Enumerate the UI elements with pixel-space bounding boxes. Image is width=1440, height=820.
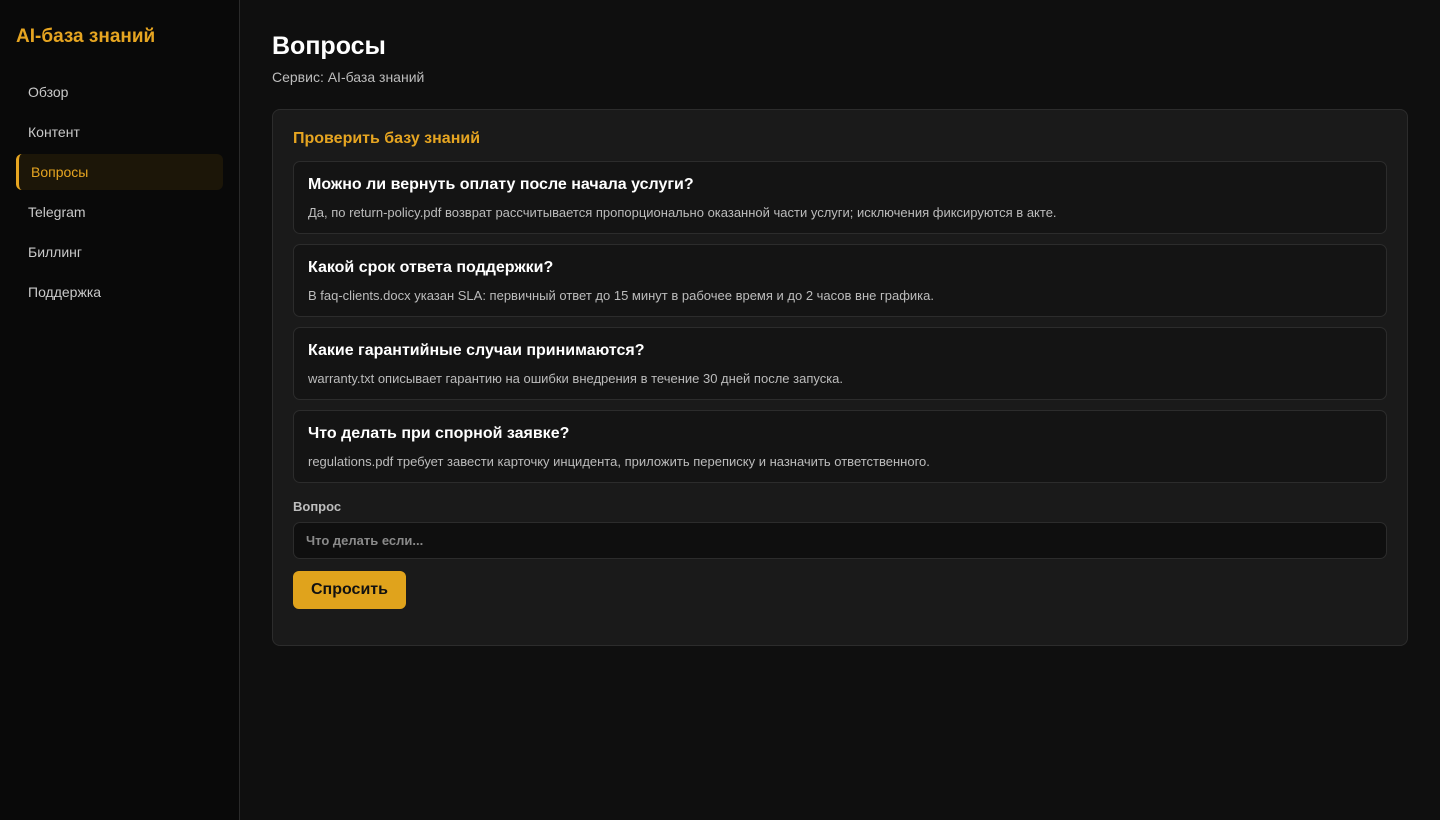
qa-card: Какой срок ответа поддержки? В faq-clien… bbox=[293, 244, 1387, 317]
sidebar-item-telegram[interactable]: Telegram bbox=[16, 194, 223, 230]
page-title: Вопросы bbox=[272, 32, 386, 60]
qa-list: Можно ли вернуть оплату после начала усл… bbox=[293, 161, 1387, 483]
qa-question: Можно ли вернуть оплату после начала усл… bbox=[308, 176, 694, 193]
qa-card: Что делать при спорной заявке? regulatio… bbox=[293, 410, 1387, 483]
qa-answer: Да, по return-policy.pdf возврат рассчит… bbox=[308, 205, 1057, 220]
qa-card: Какие гарантийные случаи принимаются? wa… bbox=[293, 327, 1387, 400]
qa-question: Какой срок ответа поддержки? bbox=[308, 259, 554, 276]
qa-card: Можно ли вернуть оплату после начала усл… bbox=[293, 161, 1387, 234]
sidebar-item-overview[interactable]: Обзор bbox=[16, 74, 223, 110]
question-input[interactable] bbox=[293, 522, 1387, 559]
main-content: Вопросы Сервис: AI-база знаний Проверить… bbox=[240, 0, 1440, 820]
sidebar: AI-база знаний Обзор Контент Вопросы Tel… bbox=[0, 0, 240, 820]
qa-answer: regulations.pdf требует завести карточку… bbox=[308, 454, 930, 469]
sidebar-item-billing[interactable]: Биллинг bbox=[16, 234, 223, 270]
sidebar-nav: Обзор Контент Вопросы Telegram Биллинг П… bbox=[16, 74, 223, 310]
brand-title: AI-база знаний bbox=[16, 26, 156, 47]
qa-answer: В faq-clients.docx указан SLA: первичный… bbox=[308, 288, 934, 303]
sidebar-item-content[interactable]: Контент bbox=[16, 114, 223, 150]
qa-answer: warranty.txt описывает гарантию на ошибк… bbox=[308, 371, 844, 386]
knowledge-check-panel: Проверить базу знаний Можно ли вернуть о… bbox=[272, 109, 1408, 646]
qa-question: Что делать при спорной заявке? bbox=[308, 425, 570, 442]
page-subtitle: Сервис: AI-база знаний bbox=[272, 69, 425, 85]
qa-question: Какие гарантийные случаи принимаются? bbox=[308, 342, 645, 359]
question-field-label: Вопрос bbox=[293, 499, 342, 514]
panel-title: Проверить базу знаний bbox=[293, 130, 481, 147]
sidebar-item-questions[interactable]: Вопросы bbox=[16, 154, 223, 190]
ask-button[interactable]: Спросить bbox=[293, 571, 406, 609]
sidebar-item-support[interactable]: Поддержка bbox=[16, 274, 223, 310]
app-root: AI-база знаний Обзор Контент Вопросы Tel… bbox=[0, 0, 1440, 820]
